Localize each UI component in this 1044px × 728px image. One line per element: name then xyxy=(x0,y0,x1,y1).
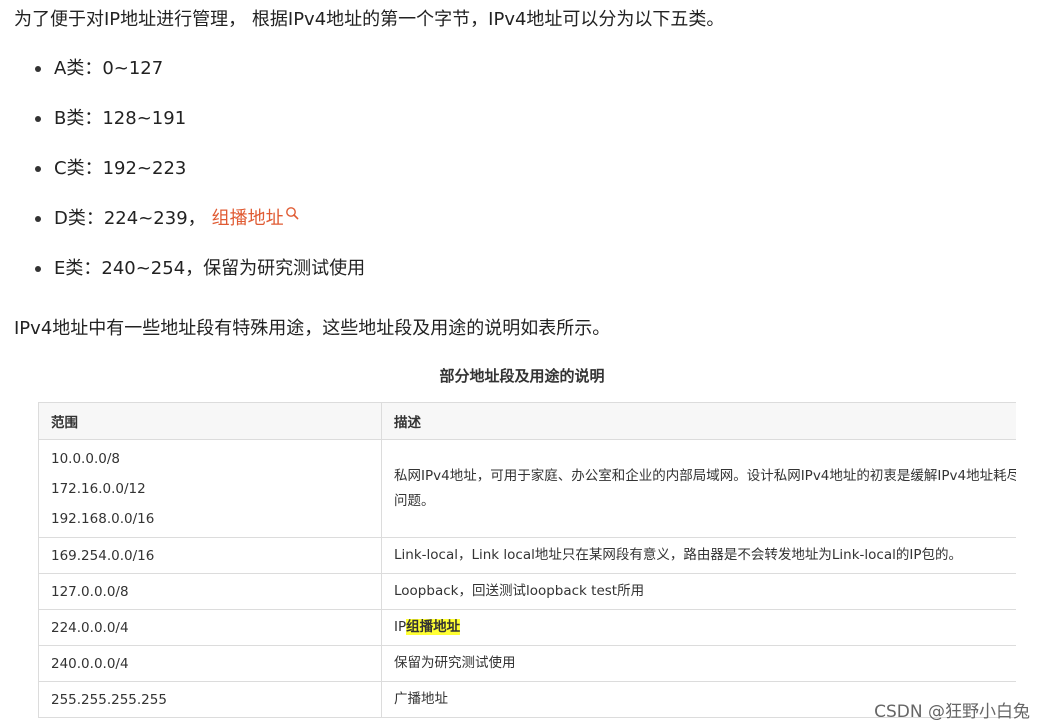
list-item: C类：192~223 xyxy=(0,144,365,194)
list-item: A类：0~127 xyxy=(0,44,365,94)
address-table: 范围 描述 10.0.0.0/8 172.16.0.0/12 192.168.0… xyxy=(38,402,1016,718)
range-cell: 169.254.0.0/16 xyxy=(38,537,382,574)
list-item: B类：128~191 xyxy=(0,94,365,144)
watermark: CSDN @狂野小白兔 xyxy=(874,702,1030,722)
table-row: 255.255.255.255 广播地址 xyxy=(38,681,1016,718)
table-header-row: 范围 描述 xyxy=(38,402,1016,440)
special-use-paragraph: IPv4地址中有一些地址段有特殊用途，这些地址段及用途的说明如表所示。 xyxy=(14,318,611,339)
class-a-label: A类：0~127 xyxy=(54,58,164,79)
range-value: 172.16.0.0/12 xyxy=(51,480,146,497)
multicast-link[interactable]: 组播地址 xyxy=(211,207,299,229)
table-row: 240.0.0.0/4 保留为研究测试使用 xyxy=(38,645,1016,682)
range-cell: 127.0.0.0/8 xyxy=(38,573,382,610)
highlighted-multicast-text: 组播地址 xyxy=(406,619,461,635)
class-e-label: E类：240~254，保留为研究测试使用 xyxy=(54,258,366,279)
description-cell: 保留为研究测试使用 xyxy=(381,645,1016,682)
table-row: 127.0.0.0/8 Loopback，回送测试loopback test所用 xyxy=(38,573,1016,610)
multicast-link-text: 组播地址 xyxy=(211,208,284,229)
range-cell: 240.0.0.0/4 xyxy=(38,645,382,682)
range-value: 192.168.0.0/16 xyxy=(51,510,155,527)
table-row: 224.0.0.0/4 IP组播地址 xyxy=(38,609,1016,646)
table-title: 部分地址段及用途的说明 xyxy=(439,367,605,385)
intro-paragraph: 为了便于对IP地址进行管理， 根据IPv4地址的第一个字节，IPv4地址可以分为… xyxy=(14,9,725,30)
description-cell: Loopback，回送测试loopback test所用 xyxy=(381,573,1016,610)
list-item: E类：240~254，保留为研究测试使用 xyxy=(0,244,365,294)
header-range: 范围 xyxy=(38,402,382,440)
description-cell: Link-local，Link local地址只在某网段有意义，路由器是不会转发… xyxy=(381,537,1016,574)
range-cell: 10.0.0.0/8 172.16.0.0/12 192.168.0.0/16 xyxy=(38,439,382,538)
table-container: 范围 描述 10.0.0.0/8 172.16.0.0/12 192.168.0… xyxy=(38,402,1016,728)
class-d-label: D类：224~239， xyxy=(54,208,206,229)
description-text: IP xyxy=(394,619,407,635)
table-row: 10.0.0.0/8 172.16.0.0/12 192.168.0.0/16 … xyxy=(38,439,1016,538)
search-icon xyxy=(285,207,299,220)
class-c-label: C类：192~223 xyxy=(54,158,187,179)
header-description: 描述 xyxy=(381,402,1016,440)
description-cell: IP组播地址 xyxy=(381,609,1016,646)
class-b-label: B类：128~191 xyxy=(54,108,187,129)
range-value: 10.0.0.0/8 xyxy=(51,450,120,467)
ip-class-list: A类：0~127 B类：128~191 C类：192~223 D类：224~23… xyxy=(0,44,365,294)
range-cell: 224.0.0.0/4 xyxy=(38,609,382,646)
range-cell: 255.255.255.255 xyxy=(38,681,382,718)
list-item: D类：224~239， 组播地址 xyxy=(0,194,365,244)
table-row: 169.254.0.0/16 Link-local，Link local地址只在… xyxy=(38,537,1016,574)
description-cell: 私网IPv4地址，可用于家庭、办公室和企业的内部局域网。设计私网IPv4地址的初… xyxy=(381,439,1016,538)
